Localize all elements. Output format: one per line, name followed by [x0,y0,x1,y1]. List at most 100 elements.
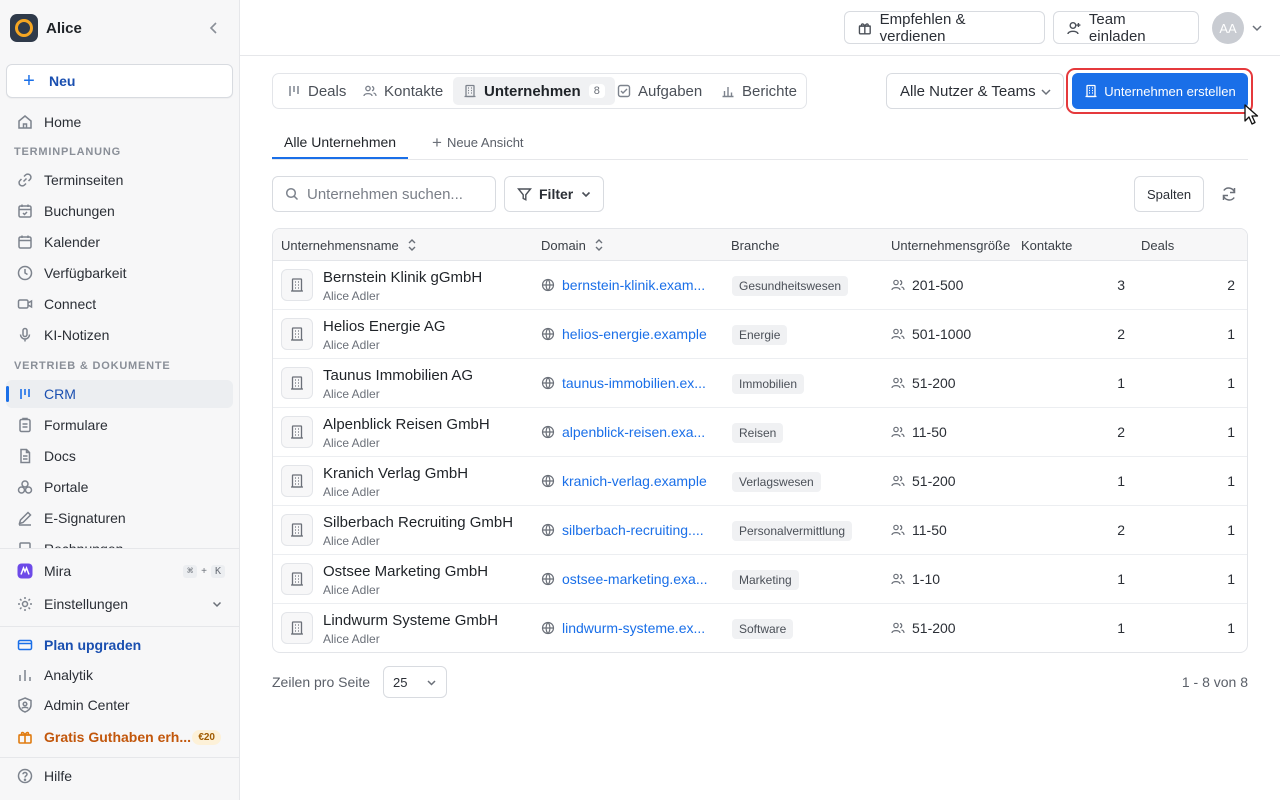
sidebar-item-plan-upgraden[interactable]: Plan upgraden [6,631,233,659]
sidebar-item-verfuegbarkeit[interactable]: Verfügbarkeit [6,259,233,287]
tab-deals[interactable]: Deals [277,77,356,105]
domain-link[interactable]: kranich-verlag.example [562,473,707,489]
add-view-button[interactable]: + Neue Ansicht [432,126,524,159]
refresh-icon[interactable] [1220,185,1238,203]
column-header-deals[interactable]: Deals [1141,229,1174,261]
company-domain[interactable]: taunus-immobilien.ex... [541,375,716,391]
company-domain[interactable]: alpenblick-reisen.exa... [541,424,716,440]
table-row[interactable]: Lindwurm Systeme GmbH Alice Adler lindwu… [273,604,1247,652]
domain-link[interactable]: alpenblick-reisen.exa... [562,424,705,440]
table-row[interactable]: Helios Energie AG Alice Adler helios-ene… [273,310,1247,359]
company-domain[interactable]: silberbach-recruiting.... [541,522,716,538]
sidebar-item-gratis-guthaben[interactable]: Gratis Guthaben erh... €20 [6,723,233,751]
sidebar-item-analytik[interactable]: Analytik [6,661,233,689]
globe-icon [541,327,555,341]
contacts-count: 2 [1117,326,1125,342]
deals-count: 1 [1227,522,1235,538]
sidebar-item-einstellungen[interactable]: Einstellungen [6,590,233,618]
table-row[interactable]: Bernstein Klinik gGmbH Alice Adler berns… [273,261,1247,310]
company-domain[interactable]: bernstein-klinik.exam... [541,277,716,293]
column-header-name[interactable]: Unternehmensname [281,229,417,261]
sidebar-item-connect[interactable]: Connect [6,290,233,318]
chevron-down-icon[interactable] [1250,21,1264,35]
company-domain[interactable]: lindwurm-systeme.ex... [541,620,716,636]
table-row[interactable]: Alpenblick Reisen GmbH Alice Adler alpen… [273,408,1247,457]
domain-link[interactable]: taunus-immobilien.ex... [562,375,706,391]
search-box[interactable] [272,176,496,212]
sidebar-item-crm[interactable]: CRM [6,380,233,408]
sidebar-item-portale[interactable]: Portale [6,473,233,501]
sidebar-item-label: Admin Center [44,697,130,713]
filter-button[interactable]: Filter [504,176,604,212]
tab-unternehmen[interactable]: Unternehmen 8 [453,77,615,105]
new-button[interactable]: + Neu [6,64,233,98]
sidebar-divider [0,757,239,758]
tab-kontakte[interactable]: Kontakte [353,77,453,105]
sidebar-item-terminseiten[interactable]: Terminseiten [6,166,233,194]
invite-team-button[interactable]: Team einladen [1053,11,1199,45]
domain-link[interactable]: lindwurm-systeme.ex... [562,620,705,636]
refer-button-label: Empfehlen & verdienen [879,10,966,45]
table-row[interactable]: Ostsee Marketing GmbH Alice Adler ostsee… [273,555,1247,604]
sidebar-item-kalender[interactable]: Kalender [6,228,233,256]
company-name[interactable]: Alpenblick Reisen GmbH [323,416,490,433]
tab-label: Aufgaben [638,82,703,100]
tab-aufgaben[interactable]: Aufgaben [607,77,712,105]
company-name[interactable]: Silberbach Recruiting GmbH [323,514,513,531]
users-icon [363,85,377,97]
table-row[interactable]: Kranich Verlag GmbH Alice Adler kranich-… [273,457,1247,506]
create-company-button[interactable]: Unternehmen erstellen [1072,73,1248,109]
domain-link[interactable]: ostsee-marketing.exa... [562,571,708,587]
link-icon [16,171,34,189]
sidebar-item-mira[interactable]: Mira ⌘ + K [6,557,233,585]
column-header-industry[interactable]: Branche [731,229,779,261]
search-input[interactable] [307,185,487,203]
sidebar-item-ki-notizen[interactable]: KI-Notizen [6,321,233,349]
table-row[interactable]: Taunus Immobilien AG Alice Adler taunus-… [273,359,1247,408]
refer-button[interactable]: Empfehlen & verdienen [844,10,1045,45]
avatar[interactable]: AA [1212,12,1244,44]
company-name[interactable]: Ostsee Marketing GmbH [323,563,488,580]
mouse-cursor-icon [1244,104,1259,125]
industry-badge: Software [732,619,794,639]
workspace-logo [10,14,38,42]
domain-link[interactable]: bernstein-klinik.exam... [562,277,705,293]
sidebar-item-buchungen[interactable]: Buchungen [6,197,233,225]
company-domain[interactable]: kranich-verlag.example [541,473,716,489]
contacts-count: 1 [1117,620,1125,636]
user-team-select[interactable]: Alle Nutzer & Teams [886,73,1064,109]
sidebar-item-hilfe[interactable]: Hilfe [6,762,233,790]
table-row[interactable]: Silberbach Recruiting GmbH Alice Adler s… [273,506,1247,555]
column-header-domain[interactable]: Domain [541,229,604,261]
workspace-switcher[interactable]: Alice [10,14,230,42]
sidebar-item-docs[interactable]: Docs [6,442,233,470]
column-header-contacts[interactable]: Kontakte [1021,229,1072,261]
contacts-count: 1 [1117,571,1125,587]
rows-per-page-select[interactable]: 25 [383,666,447,698]
section-sales: VERTRIEB & DOKUMENTE [14,360,171,372]
sidebar-item-rechnungen[interactable]: Rechnungen [6,535,233,549]
company-size: 11-50 [891,522,947,538]
view-all-companies[interactable]: Alle Unternehmen [272,126,409,159]
sidebar-item-e-signaturen[interactable]: E-Signaturen [6,504,233,532]
domain-link[interactable]: helios-energie.example [562,326,707,342]
domain-link[interactable]: silberbach-recruiting.... [562,522,704,538]
company-domain[interactable]: helios-energie.example [541,326,716,342]
company-name[interactable]: Lindwurm Systeme GmbH [323,612,498,629]
sidebar-item-formulare[interactable]: Formulare [6,411,233,439]
company-name[interactable]: Kranich Verlag GmbH [323,465,468,482]
sidebar-item-label: Mira [44,563,72,579]
company-size-value: 51-200 [912,473,956,489]
columns-button[interactable]: Spalten [1134,176,1204,212]
company-domain[interactable]: ostsee-marketing.exa... [541,571,716,587]
sidebar-item-admin-center[interactable]: Admin Center [6,691,233,719]
tab-berichte[interactable]: Berichte [711,77,807,105]
company-name[interactable]: Taunus Immobilien AG [323,367,473,384]
company-size: 1-10 [891,571,940,587]
company-name[interactable]: Helios Energie AG [323,318,446,335]
sidebar-item-home[interactable]: Home [6,108,233,136]
company-name[interactable]: Bernstein Klinik gGmbH [323,269,482,286]
collapse-sidebar-icon[interactable] [206,20,222,36]
column-header-size[interactable]: Unternehmensgröße [891,229,1013,261]
crm-tabs: Deals Kontakte Unternehmen 8 Aufgaben Be… [272,73,807,109]
